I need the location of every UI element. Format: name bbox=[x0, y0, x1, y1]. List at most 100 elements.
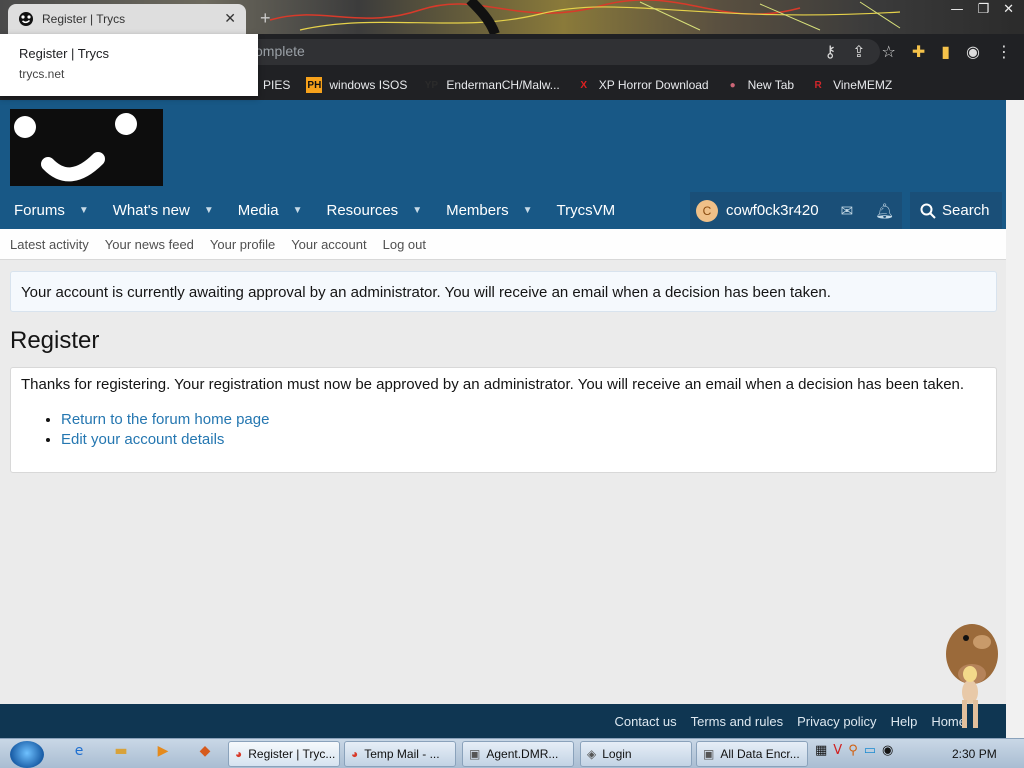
bookmark-label: EndermanCH/Malw... bbox=[446, 78, 560, 92]
tray-v-icon[interactable]: V bbox=[833, 743, 842, 758]
nav-tab-trycsvm[interactable]: TrycsVM bbox=[543, 192, 626, 229]
content-link[interactable]: Edit your account details bbox=[61, 431, 224, 448]
taskbar-task[interactable]: ▣ All Data Encr... bbox=[696, 741, 808, 767]
toolbar-icons: ⚷ ⇪ ☆ ✚ ▮ ◉ ⋮ bbox=[824, 42, 1012, 61]
bookmark-item[interactable]: ● New Tab bbox=[725, 77, 795, 93]
app-pin-icon[interactable]: ◆ bbox=[194, 743, 216, 765]
taskbar-task[interactable]: ◕ Register | Tryc... bbox=[228, 741, 340, 767]
share-icon[interactable]: ⇪ bbox=[852, 42, 865, 61]
chrome-icon: ◕ bbox=[235, 747, 243, 761]
browser-tab-title: Register | Trycs bbox=[42, 12, 126, 26]
approval-notice: Your account is currently awaiting appro… bbox=[10, 271, 997, 312]
bookmark-label: XP Horror Download bbox=[598, 78, 709, 92]
bookmark-item[interactable]: YP EndermanCH/Malw... bbox=[423, 77, 560, 93]
nav-tab-resources[interactable]: Resources ▼ bbox=[312, 192, 432, 229]
subnav-link[interactable]: Your profile bbox=[210, 237, 275, 252]
tray-monitor-icon[interactable]: ▭ bbox=[864, 743, 876, 758]
page-title: Register bbox=[10, 327, 100, 354]
profile-icon[interactable]: ◉ bbox=[966, 42, 980, 61]
system-tray: ▦ V ⚲ ▭ ◉ bbox=[815, 743, 893, 758]
clock: 2:30 PM bbox=[952, 747, 997, 761]
globe-icon: ● bbox=[729, 79, 736, 91]
new-tab-button[interactable]: + bbox=[260, 8, 271, 29]
extensions-icon[interactable]: ✚ bbox=[912, 42, 925, 61]
star-icon[interactable]: ☆ bbox=[881, 42, 895, 61]
nav-tab-label: Members bbox=[446, 202, 509, 219]
taskbar-task-label: Temp Mail - ... bbox=[364, 747, 440, 761]
site-header bbox=[0, 100, 1006, 192]
window-icon: ▣ bbox=[469, 747, 481, 761]
sub-nav: Latest activity Your news feed Your profil… bbox=[0, 229, 1006, 260]
nav-tab-label: Resources bbox=[326, 202, 399, 219]
explorer-icon[interactable]: ▬ bbox=[110, 743, 132, 765]
tab-hover-card: Register | Trycs trycs.net bbox=[0, 34, 258, 96]
address-bar[interactable]: omplete bbox=[150, 39, 880, 65]
bookmark-label: VineMEMZ bbox=[833, 78, 893, 92]
nav-tab-label: Media bbox=[237, 202, 279, 219]
taskbar-task[interactable]: ▣ Agent.DMR... bbox=[462, 741, 574, 767]
taskbar-task-label: All Data Encr... bbox=[720, 747, 800, 761]
username[interactable]: cowf0ck3r420 bbox=[726, 202, 819, 219]
bookmark-item[interactable]: R VineMEMZ bbox=[810, 77, 892, 93]
taskbar-task[interactable]: ◕ Temp Mail - ... bbox=[344, 741, 456, 767]
windows-taskbar: e ▬ ▶ ◆ ◕ Register | Tryc... ◕ Temp Mail - … bbox=[0, 738, 1024, 768]
bell-icon[interactable]: 🔔︎ bbox=[875, 202, 894, 220]
register-message-block: Thanks for registering. Your registratio… bbox=[10, 367, 997, 473]
account-area[interactable]: C cowf0ck3r420 ✉ 🔔︎ bbox=[690, 192, 902, 229]
content-link[interactable]: Return to the forum home page bbox=[61, 411, 269, 428]
subnav-link[interactable]: Latest activity bbox=[10, 237, 89, 252]
bookmark-item[interactable]: PH windows ISOS bbox=[306, 77, 407, 93]
browser-titlebar: Register | Trycs ✕ + — ❐ ✕ bbox=[0, 0, 1024, 34]
r-icon: R bbox=[814, 79, 822, 91]
subnav-link[interactable]: Your account bbox=[291, 237, 366, 252]
footer-link[interactable]: Terms and rules bbox=[691, 714, 783, 729]
tray-search-icon[interactable]: ⚲ bbox=[848, 743, 858, 758]
sidebar-icon[interactable]: ▮ bbox=[941, 42, 950, 61]
nav-tab-what-s-new[interactable]: What's new ▼ bbox=[99, 192, 224, 229]
nav-tab-forums[interactable]: Forums ▼ bbox=[0, 192, 99, 229]
subnav-link[interactable]: Log out bbox=[383, 237, 426, 252]
notice-text: Your account is currently awaiting appro… bbox=[21, 284, 831, 301]
ie-icon[interactable]: e bbox=[68, 743, 90, 765]
key-icon[interactable]: ⚷ bbox=[824, 42, 836, 61]
tray-disc-icon[interactable]: ◉ bbox=[882, 743, 893, 758]
chevron-down-icon[interactable]: ▼ bbox=[523, 205, 533, 216]
avatar[interactable]: C bbox=[696, 199, 718, 222]
search-label: Search bbox=[942, 202, 990, 219]
app-icon: ◈ bbox=[587, 747, 597, 761]
search-button[interactable]: Search bbox=[910, 192, 1002, 229]
chevron-down-icon[interactable]: ▼ bbox=[293, 205, 303, 216]
media-player-icon[interactable]: ▶ bbox=[152, 743, 174, 765]
smiley-logo-icon bbox=[14, 113, 137, 182]
site-logo[interactable] bbox=[10, 109, 163, 186]
footer-link[interactable]: Privacy policy bbox=[797, 714, 876, 729]
chevron-down-icon[interactable]: ▼ bbox=[79, 205, 89, 216]
close-window-icon[interactable]: ✕ bbox=[1003, 2, 1014, 17]
main-nav: Forums ▼ What's new ▼ Media ▼ Resources ▼ Member… bbox=[0, 192, 1006, 229]
list-item: Edit your account details bbox=[61, 431, 986, 448]
nav-tab-members[interactable]: Members ▼ bbox=[432, 192, 542, 229]
close-tab-icon[interactable]: ✕ bbox=[224, 11, 236, 27]
desktop-mascot-image bbox=[946, 624, 998, 728]
taskbar-task-label: Agent.DMR... bbox=[486, 747, 559, 761]
bookmark-item[interactable]: X XP Horror Download bbox=[576, 77, 709, 93]
footer-link[interactable]: Contact us bbox=[614, 714, 676, 729]
hover-card-title: Register | Trycs bbox=[19, 46, 110, 61]
bookmark-label: New Tab bbox=[747, 78, 795, 92]
menu-icon[interactable]: ⋮ bbox=[996, 42, 1012, 61]
inbox-icon[interactable]: ✉ bbox=[841, 202, 854, 220]
link-list: Return to the forum home page Edit your a… bbox=[61, 411, 986, 448]
maximize-icon[interactable]: ❐ bbox=[977, 2, 989, 17]
browser-tab-active[interactable]: Register | Trycs ✕ bbox=[8, 4, 246, 34]
taskbar-task[interactable]: ◈ Login bbox=[580, 741, 692, 767]
footer-link[interactable]: Help bbox=[891, 714, 918, 729]
start-button[interactable] bbox=[10, 741, 44, 768]
nav-tab-media[interactable]: Media ▼ bbox=[224, 192, 313, 229]
minimize-icon[interactable]: — bbox=[950, 2, 963, 17]
subnav-link[interactable]: Your news feed bbox=[105, 237, 194, 252]
list-item: Return to the forum home page bbox=[61, 411, 986, 428]
tray-app-icon[interactable]: ▦ bbox=[815, 743, 827, 758]
chevron-down-icon[interactable]: ▼ bbox=[412, 205, 422, 216]
chevron-down-icon[interactable]: ▼ bbox=[204, 205, 214, 216]
bookmark-label: PIES bbox=[263, 78, 291, 92]
